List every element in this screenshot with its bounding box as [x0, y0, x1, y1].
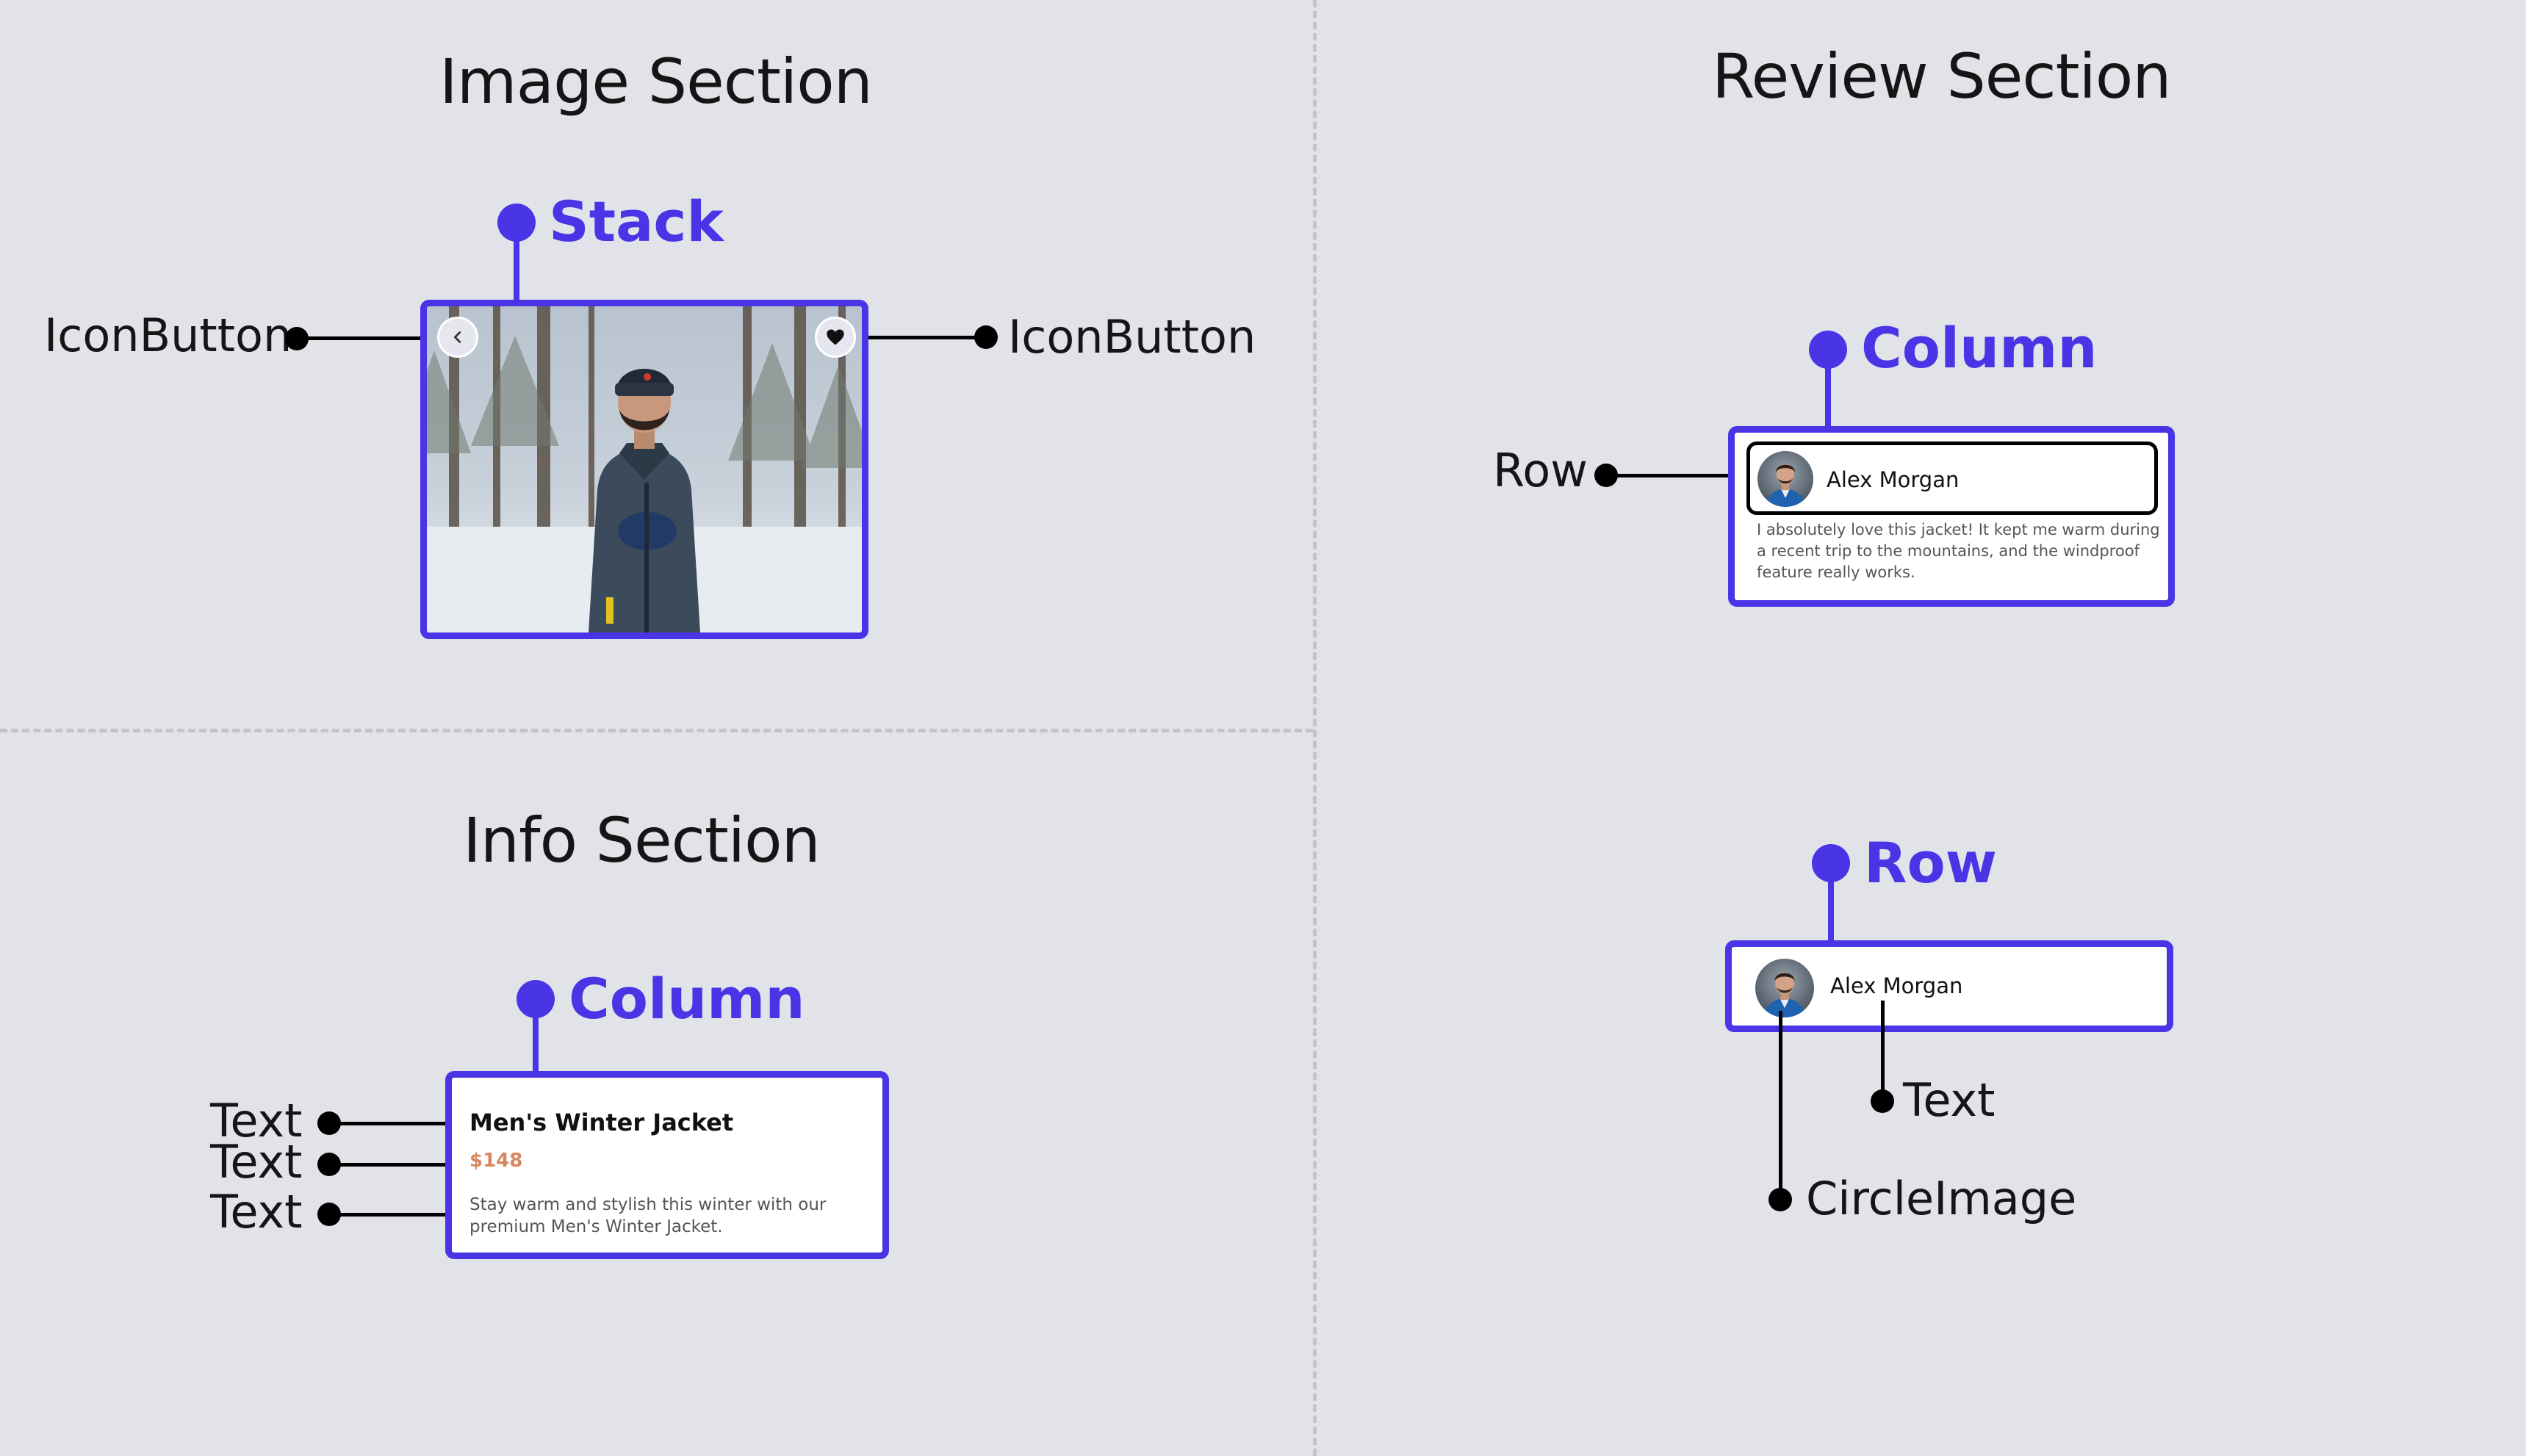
circle-image: [1755, 959, 1814, 1017]
text-pointer-line: [1881, 1001, 1885, 1102]
reviewer-avatar: [1757, 451, 1813, 507]
text-label-2: Text: [210, 1135, 303, 1189]
circleimage-pointer-dot: [1768, 1188, 1792, 1211]
info-column-label: Column: [569, 966, 805, 1031]
stack-box: [420, 300, 868, 639]
review-column-label: Column: [1861, 315, 2098, 381]
text-pointer-label: Text: [1903, 1073, 1996, 1127]
left-iconbutton-line: [297, 336, 438, 340]
stack-label: Stack: [549, 189, 724, 254]
text-label-3: Text: [210, 1185, 303, 1239]
circleimage-pointer-label: CircleImage: [1806, 1172, 2077, 1225]
review-text: I absolutely love this jacket! It kept m…: [1757, 521, 2160, 581]
product-price: $148: [469, 1150, 523, 1172]
review-row-label: Row: [1493, 444, 1588, 497]
review-row: Alex Morgan: [1746, 442, 2158, 515]
review-column-connector-line: [1825, 348, 1831, 429]
product-description: Stay warm and stylish this winter with o…: [469, 1195, 827, 1236]
reviewer-name: Alex Morgan: [1827, 467, 1960, 492]
left-iconbutton-label: IconButton: [44, 309, 292, 362]
horizontal-divider: [0, 729, 1313, 732]
heart-icon: [827, 329, 844, 345]
info-column-box: Men's Winter Jacket $148 Stay warm and s…: [445, 1071, 889, 1259]
row-label: Row: [1864, 830, 1997, 895]
jacket-photo: [427, 306, 862, 633]
image-section-title: Image Section: [439, 46, 873, 118]
stack-connector-line: [514, 220, 519, 303]
product-name: Men's Winter Jacket: [469, 1109, 734, 1136]
right-iconbutton-label: IconButton: [1008, 310, 1256, 364]
chevron-left-icon: [453, 331, 461, 343]
info-section-title: Info Section: [463, 804, 821, 876]
row-detail-name: Alex Morgan: [1830, 973, 1963, 998]
review-row-line: [1606, 474, 1749, 477]
info-column-connector-line: [533, 999, 539, 1075]
review-column-box: Alex Morgan I absolutely love this jacke…: [1728, 426, 2175, 607]
row-detail-box: Alex Morgan: [1725, 940, 2173, 1032]
back-icon-button[interactable]: [437, 317, 478, 358]
vertical-divider: [1313, 0, 1317, 1456]
text-pointer-dot: [1871, 1089, 1894, 1113]
favorite-icon-button[interactable]: [815, 317, 856, 358]
row-connector-line: [1828, 861, 1834, 943]
circleimage-pointer-line: [1779, 1011, 1782, 1200]
review-section-title: Review Section: [1712, 40, 2171, 112]
